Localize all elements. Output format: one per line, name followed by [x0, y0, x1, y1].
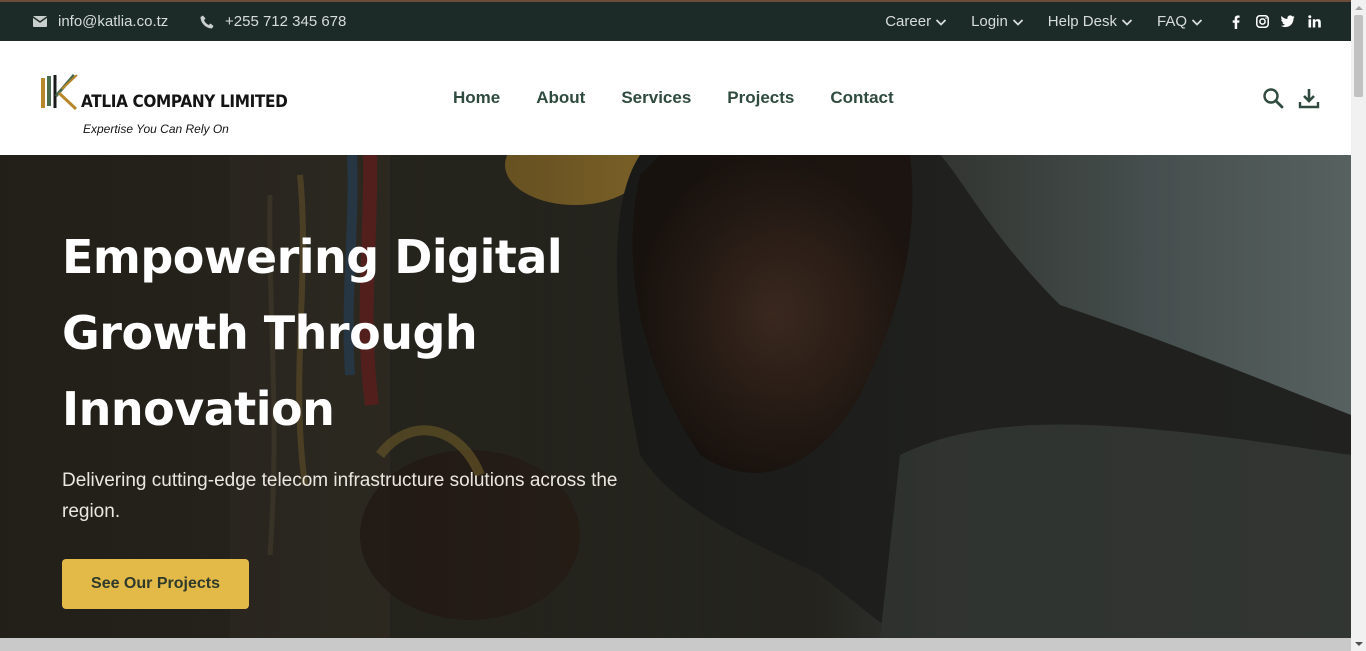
hero-title: Empowering Digital Growth Through Innova…	[62, 230, 563, 436]
email-contact[interactable]: info@katlia.co.tz	[32, 2, 168, 41]
search-icon[interactable]	[1262, 87, 1284, 109]
facebook-icon[interactable]	[1229, 15, 1243, 29]
phone-icon	[199, 14, 215, 30]
chevron-down-icon	[1121, 18, 1133, 26]
login-label: Login	[971, 13, 1008, 30]
download-icon[interactable]	[1298, 87, 1320, 109]
top-bar: info@katlia.co.tz +255 712 345 678 Caree…	[0, 0, 1351, 41]
email-text[interactable]: info@katlia.co.tz	[58, 13, 168, 30]
header-tools	[1262, 87, 1320, 109]
help-desk-label: Help Desk	[1047, 13, 1117, 30]
nav-contact[interactable]: Contact	[830, 88, 893, 108]
chevron-down-icon	[935, 18, 947, 26]
next-section-edge	[0, 638, 1351, 651]
scroll-up-icon[interactable]	[1351, 0, 1366, 15]
company-logo[interactable]: ATLIA COMPANY LIMITED Expertise You Can …	[40, 72, 290, 142]
page-scrollbar[interactable]	[1351, 0, 1366, 651]
career-label: Career	[885, 13, 932, 30]
nav-home[interactable]: Home	[453, 88, 500, 108]
login-menu[interactable]: Login	[971, 13, 1024, 30]
scroll-down-icon[interactable]	[1351, 636, 1366, 651]
see-projects-button[interactable]: See Our Projects	[62, 559, 249, 609]
envelope-icon	[32, 14, 48, 30]
logo-name: ATLIA COMPANY LIMITED	[81, 92, 288, 112]
phone-text[interactable]: +255 712 345 678	[225, 13, 346, 30]
logo-tagline: Expertise You Can Rely On	[83, 122, 229, 136]
chevron-down-icon	[1191, 18, 1203, 26]
scrollbar-thumb[interactable]	[1354, 15, 1363, 97]
hero-section: Empowering Digital Growth Through Innova…	[0, 155, 1351, 638]
logo-mark	[41, 74, 78, 111]
twitter-icon[interactable]	[1281, 15, 1295, 29]
phone-contact[interactable]: +255 712 345 678	[199, 2, 346, 41]
faq-menu[interactable]: FAQ	[1157, 13, 1203, 30]
nav-about[interactable]: About	[536, 88, 585, 108]
linkedin-icon[interactable]	[1307, 15, 1321, 29]
chevron-down-icon	[1012, 18, 1023, 26]
career-menu[interactable]: Career	[885, 13, 947, 30]
nav-services[interactable]: Services	[621, 88, 691, 108]
site-header: ATLIA COMPANY LIMITED Expertise You Can …	[0, 41, 1351, 155]
nav-projects[interactable]: Projects	[727, 88, 794, 108]
help-desk-menu[interactable]: Help Desk	[1048, 13, 1133, 30]
instagram-icon[interactable]	[1255, 15, 1269, 29]
social-links	[1229, 2, 1321, 41]
top-links: Career Login Help Desk FAQ	[885, 2, 1203, 41]
main-nav: Home About Services Projects Contact	[453, 41, 894, 155]
faq-label: FAQ	[1156, 13, 1187, 30]
hero-subtitle: Delivering cutting-edge telecom infrastr…	[62, 470, 618, 522]
